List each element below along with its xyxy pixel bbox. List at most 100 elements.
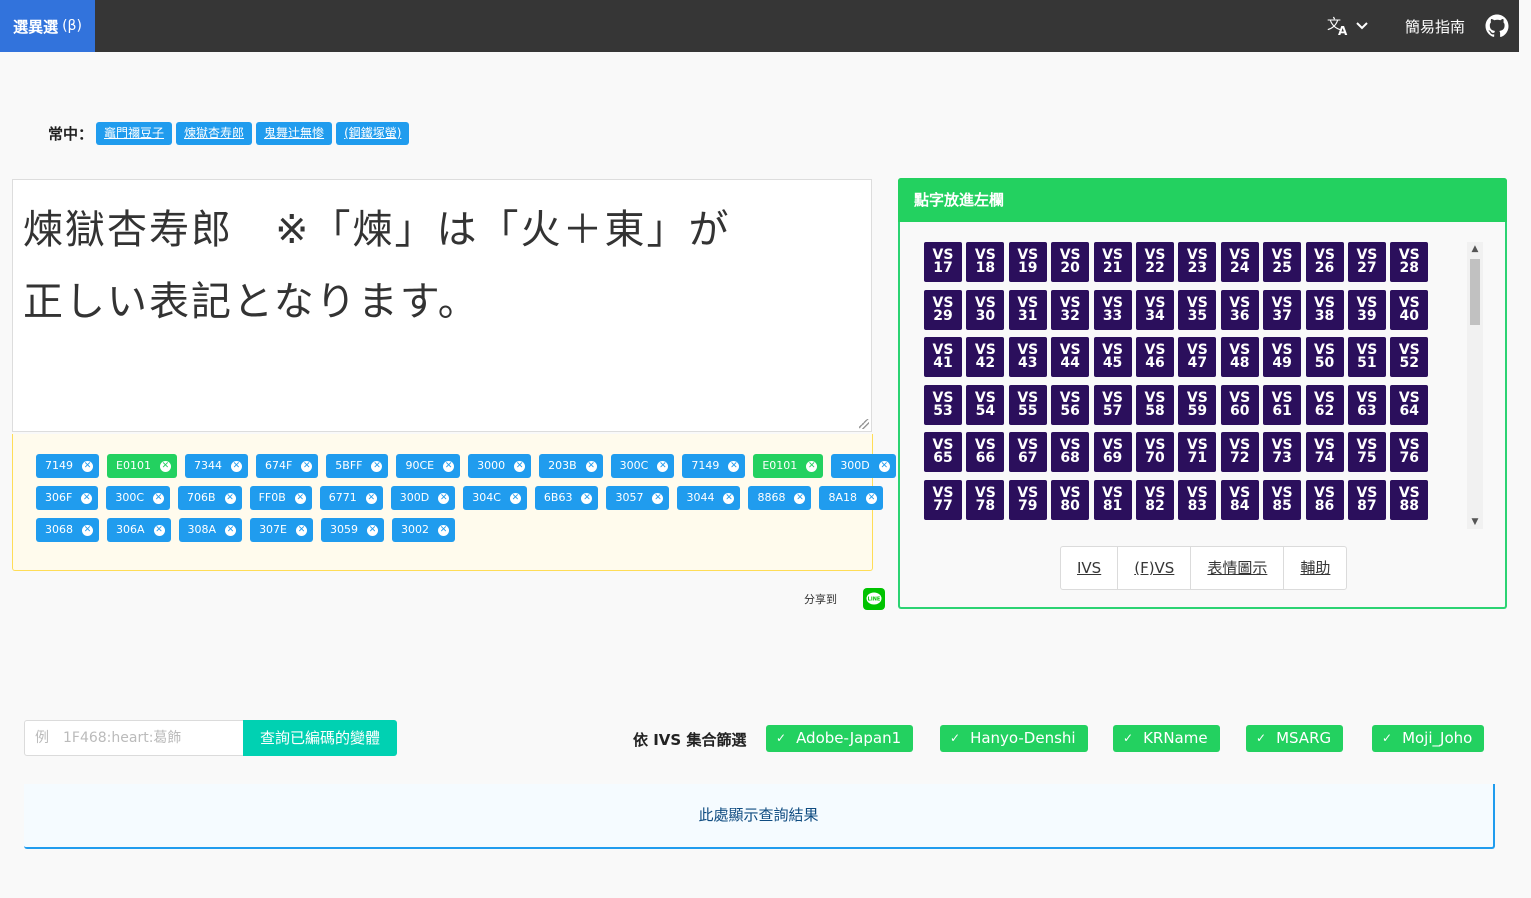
common-link[interactable]: 鬼舞辻無惨 xyxy=(256,122,333,145)
vs-button[interactable]: VS 84 xyxy=(1220,479,1259,520)
vs-button[interactable]: VS 68 xyxy=(1051,432,1090,473)
vs-button[interactable]: VS 74 xyxy=(1305,432,1344,473)
delete-icon[interactable]: ✕ xyxy=(443,460,455,472)
vs-button[interactable]: VS 66 xyxy=(966,432,1005,473)
delete-icon[interactable]: ✕ xyxy=(365,492,377,504)
vs-button[interactable]: VS 37 xyxy=(1263,289,1302,330)
delete-icon[interactable]: ✕ xyxy=(438,492,450,504)
search-button[interactable]: 查詢已編碼的變體 xyxy=(243,720,397,756)
tab-fvs[interactable]: (F)VS xyxy=(1118,547,1192,589)
delete-icon[interactable]: ✕ xyxy=(723,492,735,504)
delete-icon[interactable]: ✕ xyxy=(153,492,165,504)
delete-icon[interactable]: ✕ xyxy=(224,492,236,504)
vs-button[interactable]: VS 55 xyxy=(1008,384,1047,425)
delete-icon[interactable]: ✕ xyxy=(585,460,597,472)
vs-button[interactable]: VS 18 xyxy=(966,242,1005,282)
vs-scrollbar[interactable]: ▲ ▼ xyxy=(1467,242,1483,529)
codepoint-chip[interactable]: 3068 ✕ xyxy=(36,518,99,542)
vs-button[interactable]: VS 72 xyxy=(1220,432,1259,473)
vs-button[interactable]: VS 38 xyxy=(1305,289,1344,330)
vs-button[interactable]: VS 54 xyxy=(966,384,1005,425)
vs-button[interactable]: VS 81 xyxy=(1093,479,1132,520)
codepoint-chip[interactable]: FF0B ✕ xyxy=(249,486,312,510)
codepoint-chip[interactable]: E0101 ✕ xyxy=(107,454,177,478)
vs-button[interactable]: VS 53 xyxy=(924,384,962,425)
codepoint-chip[interactable]: 3057 ✕ xyxy=(606,486,670,510)
vs-button[interactable]: VS 44 xyxy=(1051,337,1090,378)
filter-toggle-adobe[interactable]: ✓ Adobe-Japan1 xyxy=(766,725,914,752)
delete-icon[interactable]: ✕ xyxy=(294,492,306,504)
resize-handle[interactable] xyxy=(859,419,869,429)
language-dropdown[interactable]: 文 A xyxy=(1327,15,1369,37)
vs-button[interactable]: VS 73 xyxy=(1263,432,1302,473)
vs-button[interactable]: VS 51 xyxy=(1347,337,1386,378)
vs-button[interactable]: VS 45 xyxy=(1093,337,1132,378)
vs-button[interactable]: VS 80 xyxy=(1051,479,1090,520)
codepoint-chip[interactable]: 674F ✕ xyxy=(255,454,319,478)
vs-button[interactable]: VS 70 xyxy=(1135,432,1174,473)
vs-button[interactable]: VS 22 xyxy=(1135,242,1174,282)
codepoint-chip[interactable]: 3044 ✕ xyxy=(677,486,741,510)
filter-toggle-hanyo[interactable]: ✓ Hanyo-Denshi xyxy=(940,725,1088,752)
vs-button[interactable]: VS 48 xyxy=(1220,337,1259,378)
codepoint-chip[interactable]: 307E ✕ xyxy=(250,518,314,542)
tab-emoji[interactable]: 表情圖示 xyxy=(1191,547,1285,589)
github-icon[interactable] xyxy=(1485,14,1509,38)
scroll-down-icon[interactable]: ▼ xyxy=(1471,517,1479,527)
vs-button[interactable]: VS 58 xyxy=(1135,384,1174,425)
vs-button[interactable]: VS 29 xyxy=(924,289,962,330)
vs-button[interactable]: VS 71 xyxy=(1178,432,1217,473)
vs-button[interactable]: VS 82 xyxy=(1135,479,1174,520)
delete-icon[interactable]: ✕ xyxy=(509,492,521,504)
vs-button[interactable]: VS 43 xyxy=(1008,337,1047,378)
delete-icon[interactable]: ✕ xyxy=(728,460,740,472)
vs-button[interactable]: VS 85 xyxy=(1263,479,1302,520)
delete-icon[interactable]: ✕ xyxy=(866,492,877,504)
vs-button[interactable]: VS 25 xyxy=(1263,242,1302,282)
vs-button[interactable]: VS 27 xyxy=(1347,242,1386,282)
delete-icon[interactable]: ✕ xyxy=(657,460,669,472)
codepoint-chip[interactable]: 300D ✕ xyxy=(390,486,456,510)
vs-button[interactable]: VS 21 xyxy=(1093,242,1132,282)
vs-button[interactable]: VS 60 xyxy=(1220,384,1259,425)
vs-button[interactable]: VS 30 xyxy=(966,289,1005,330)
codepoint-chip[interactable]: 304C ✕ xyxy=(463,486,527,510)
vs-button[interactable]: VS 26 xyxy=(1305,242,1344,282)
vs-button[interactable]: VS 47 xyxy=(1178,337,1217,378)
vs-button[interactable]: VS 40 xyxy=(1390,289,1429,330)
codepoint-chip[interactable]: 6771 ✕ xyxy=(319,486,383,510)
vs-button[interactable]: VS 39 xyxy=(1347,289,1386,330)
delete-icon[interactable]: ✕ xyxy=(794,492,806,504)
vs-button[interactable]: VS 17 xyxy=(924,242,962,282)
vs-button[interactable]: VS 64 xyxy=(1390,384,1429,425)
codepoint-chip[interactable]: 300C ✕ xyxy=(106,486,171,510)
vs-button[interactable]: VS 32 xyxy=(1051,289,1090,330)
vs-button[interactable]: VS 79 xyxy=(1008,479,1047,520)
codepoint-chip[interactable]: 6B63 ✕ xyxy=(534,486,599,510)
codepoint-chip[interactable]: 300D ✕ xyxy=(831,454,896,478)
vs-button[interactable]: VS 41 xyxy=(924,337,962,378)
vs-button[interactable]: VS 86 xyxy=(1305,479,1344,520)
delete-icon[interactable]: ✕ xyxy=(81,492,93,504)
vs-button[interactable]: VS 57 xyxy=(1093,384,1132,425)
vs-button[interactable]: VS 36 xyxy=(1220,289,1259,330)
vs-button[interactable]: VS 88 xyxy=(1390,479,1429,520)
delete-icon[interactable]: ✕ xyxy=(82,460,93,472)
delete-icon[interactable]: ✕ xyxy=(230,460,242,472)
vs-button[interactable]: VS 62 xyxy=(1305,384,1344,425)
search-input[interactable]: 例 1F468:heart:葛飾 xyxy=(24,720,244,756)
vs-button[interactable]: VS 59 xyxy=(1178,384,1217,425)
delete-icon[interactable]: ✕ xyxy=(652,492,664,504)
brand-logo[interactable]: 選異選 (β) xyxy=(0,0,95,52)
vs-button[interactable]: VS 56 xyxy=(1051,384,1090,425)
vs-button[interactable]: VS 50 xyxy=(1305,337,1344,378)
vs-button[interactable]: VS 76 xyxy=(1390,432,1429,473)
codepoint-chip[interactable]: 3000 ✕ xyxy=(468,454,532,478)
filter-toggle-moji[interactable]: ✓ Moji_Joho xyxy=(1372,725,1485,752)
vs-button[interactable]: VS 20 xyxy=(1051,242,1090,282)
vs-button[interactable]: VS 67 xyxy=(1008,432,1047,473)
delete-icon[interactable]: ✕ xyxy=(159,460,171,472)
vs-button[interactable]: VS 63 xyxy=(1347,384,1386,425)
codepoint-chip[interactable]: E0101 ✕ xyxy=(753,454,824,478)
vs-button[interactable]: VS 35 xyxy=(1178,289,1217,330)
